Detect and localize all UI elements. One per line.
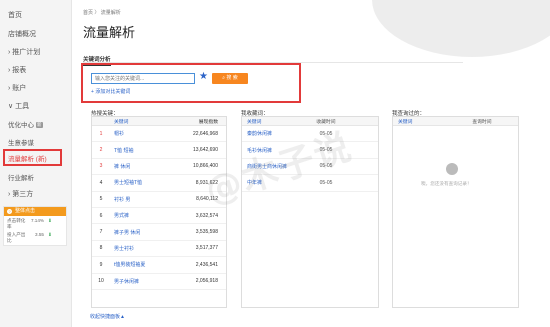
keyword-link[interactable]: t恤男装短袖夏 [110,261,172,268]
table-row[interactable]: 9 t恤男装短袖夏 2,436,541 [92,257,226,274]
star-icon[interactable]: ★ [199,71,208,82]
page-title: 流量解析 [83,26,136,41]
search-button-label: 搜 索 [226,75,238,81]
stat-key: 点击转化率 [7,218,26,229]
info-icon: ? [7,209,12,214]
rank: 9 [99,261,103,268]
keyword-link[interactable]: 裤子男 休闲 [110,229,172,236]
keyword-link[interactable]: 男士短袖T恤 [110,179,172,186]
search-input[interactable] [91,73,195,84]
table-row[interactable]: 1 帽衫 22,646,968 [92,126,226,143]
stat-value: 7.14% [30,218,44,223]
keyword-link[interactable]: 男士衬衫 [110,245,172,252]
arrow-down-icon: ⬇ [48,232,52,237]
keyword-link[interactable]: 帽衫 [110,130,172,137]
rank: 8 [99,245,103,252]
stats-header: ? 整体点击 [4,207,66,216]
table-header: 关键词 查询时间 [393,117,518,126]
keyword-link[interactable]: 裤 休闲 [110,163,172,170]
table-row[interactable]: 5 衬衫 男 8,640,112 [92,192,226,208]
index-value: 22,646,968 [192,130,218,137]
nav-business-advisor[interactable]: 生意参谋 [8,137,34,147]
nav-label: 优化中心 [8,122,34,129]
table-row[interactable]: 10 男子休闲裤 2,056,918 [92,274,226,290]
stats-panel: ? 整体点击 点击转化率 7.14% ⬇ 投入产出比 3.55 ⬇ [3,206,67,246]
add-link-label: 添加对比关键词 [95,89,131,95]
stat-value: 3.55 [35,232,44,237]
stats-title: 整体点击 [15,208,36,214]
col-keyword: 关键词 [114,119,129,125]
nav-account[interactable]: › 账户 [8,83,26,93]
table-header: 关键词 展现指数 [92,117,226,126]
nav-promotion-plan[interactable]: › 推广计划 [8,47,40,57]
background-decoration [372,0,550,57]
table-row[interactable]: 6 男式裤 3,632,574 [92,208,226,225]
nav-home[interactable]: 首页 [8,10,22,20]
nav-optimization-center[interactable]: 优化中心新 [8,119,43,129]
nav-tools[interactable]: ∨ 工具 [8,101,29,111]
col-time: 查询时间 [472,119,492,125]
keyword-link[interactable]: T恤 短袖 [110,147,172,154]
rank: 6 [99,212,103,219]
stat-row: 点击转化率 7.14% ⬇ [4,216,66,230]
table-header: 关键词 收藏时间 [242,117,378,126]
col-keyword: 关键词 [398,119,413,125]
hot-words-panel: 关键词 展现指数 1 帽衫 22,646,968 2 T恤 短袖 13,642,690 3 裤… [91,116,227,308]
main-content: 首页 〉 流量解析 流量解析 关键词分析 ★ ⌕ 搜 索 + 添加对比关键词 热… [72,0,550,327]
rank: 4 [99,179,103,186]
nav-third-party[interactable]: › 第三方 [8,189,33,199]
stat-key: 投入产出比 [7,232,26,243]
col-keyword: 关键词 [247,119,262,125]
stat-row: 投入产出比 3.55 ⬇ [4,230,66,244]
arrow-down-icon: ⬇ [48,218,52,223]
table-row[interactable]: 8 男士衬衫 3,517,377 [92,241,226,258]
rank: 5 [99,196,103,203]
collapse-panel-link[interactable]: 收起快捷面板▲ [90,313,125,320]
sidebar: 首页 店铺概况 › 推广计划 › 报表 › 账户 ∨ 工具 优化中心新 生意参谋… [0,0,72,327]
hot-words-rows: 1 帽衫 22,646,968 2 T恤 短袖 13,642,690 3 裤 休闲 10,866… [92,126,226,290]
empty-message: 噢，您还没有查询记录！ [421,181,472,186]
sad-face-icon [446,163,458,175]
index-value: 3,535,598 [195,229,218,236]
nav-reports[interactable]: › 报表 [8,65,26,75]
nav-shop-overview[interactable]: 店铺概况 [8,29,36,39]
rank: 2 [99,147,103,154]
rank: 10 [98,278,104,285]
index-value: 2,436,541 [195,261,218,268]
keyword-link[interactable]: 男子休闲裤 [110,278,172,285]
add-compare-keyword-link[interactable]: + 添加对比关键词 [91,88,130,95]
rank: 3 [99,163,103,170]
keyword-link[interactable]: 男式裤 [110,212,172,219]
col-value: 展现指数 [198,119,218,125]
table-row[interactable]: 7 裤子男 休闲 3,535,598 [92,224,226,241]
rank: 1 [99,130,103,137]
index-value: 3,517,377 [195,245,218,252]
index-value: 2,056,918 [195,278,218,285]
table-row[interactable]: 2 T恤 短袖 13,642,690 [92,142,226,159]
nav-traffic-analysis[interactable]: 流量解析 (新) [8,153,47,163]
new-badge: 新 [36,122,43,129]
keyword-link[interactable]: 衬衫 男 [110,196,172,203]
index-value: 3,632,574 [195,212,218,219]
nav-industry-analysis[interactable]: 行业解析 [8,172,34,182]
search-button[interactable]: ⌕ 搜 索 [212,73,248,84]
rank: 7 [99,229,103,236]
index-value: 13,642,690 [192,147,218,154]
breadcrumb[interactable]: 首页 〉 流量解析 [83,9,121,16]
history-panel: 关键词 查询时间 噢，您还没有查询记录！ [392,116,519,308]
